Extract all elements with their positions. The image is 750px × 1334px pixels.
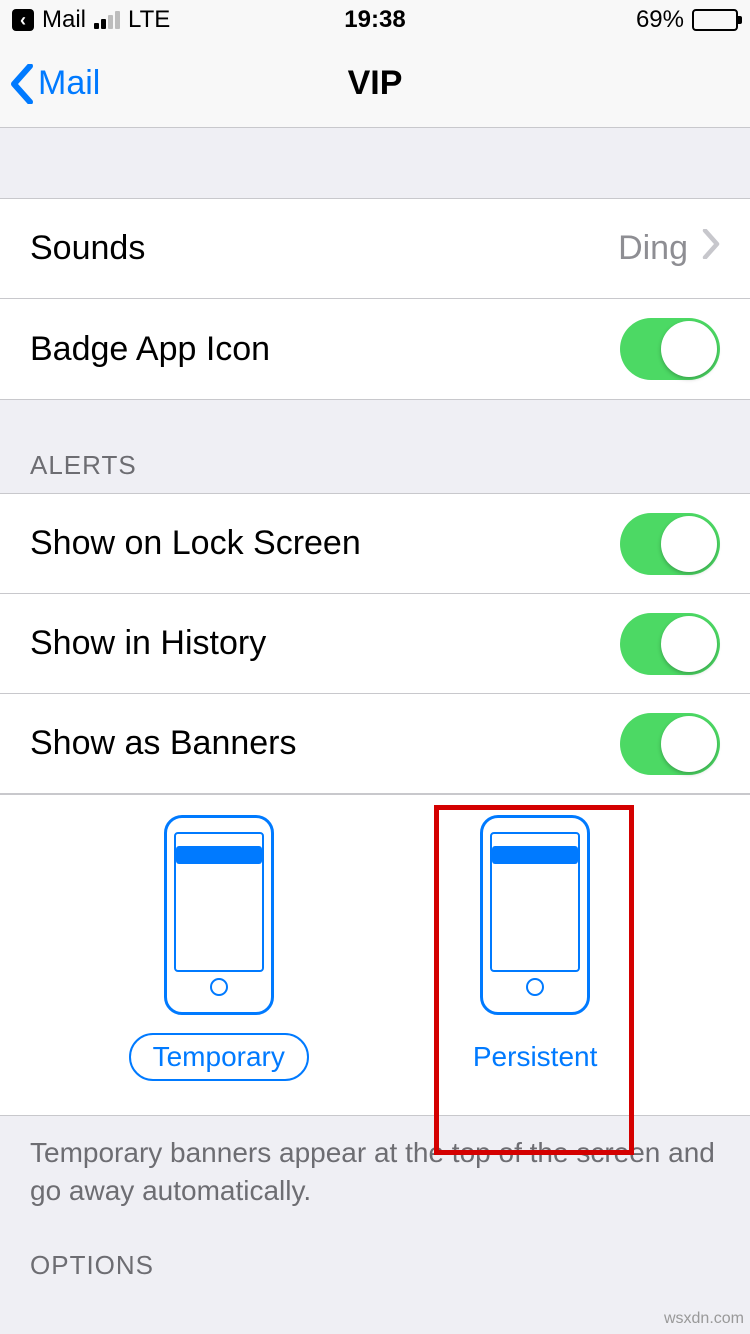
sounds-row[interactable]: Sounds Ding [0, 199, 750, 299]
banners-label: Show as Banners [30, 724, 620, 763]
battery-percent: 69% [636, 6, 684, 34]
alerts-group: Show on Lock Screen Show in History Show… [0, 493, 750, 1116]
banner-footer-text: Temporary banners appear at the top of t… [0, 1116, 750, 1250]
phone-temporary-icon [164, 815, 274, 1015]
navigation-bar: Mail VIP [0, 40, 750, 128]
status-bar: ‹ Mail LTE 19:38 69% [0, 0, 750, 40]
lockscreen-row: Show on Lock Screen [0, 494, 750, 594]
lockscreen-toggle[interactable] [620, 513, 720, 575]
chevron-left-icon [10, 64, 34, 104]
banner-style-temporary[interactable]: Temporary [129, 815, 309, 1081]
badge-row: Badge App Icon [0, 299, 750, 399]
back-to-app-label[interactable]: Mail [42, 6, 86, 34]
back-label: Mail [38, 64, 100, 103]
chevron-right-icon [702, 229, 720, 268]
sounds-label: Sounds [30, 229, 618, 268]
badge-label: Badge App Icon [30, 330, 620, 369]
banners-row: Show as Banners [0, 694, 750, 794]
banner-style-row: Temporary Persistent [0, 794, 750, 1115]
history-label: Show in History [30, 624, 620, 663]
history-row: Show in History [0, 594, 750, 694]
settings-group-1: Sounds Ding Badge App Icon [0, 198, 750, 400]
annotation-highlight [434, 805, 634, 1155]
badge-toggle[interactable] [620, 318, 720, 380]
temporary-label: Temporary [129, 1033, 309, 1081]
page-title: VIP [348, 64, 403, 103]
back-to-app-icon[interactable]: ‹ [12, 9, 34, 31]
banners-toggle[interactable] [620, 713, 720, 775]
battery-icon [692, 9, 738, 31]
lockscreen-label: Show on Lock Screen [30, 524, 620, 563]
carrier-label: LTE [128, 6, 170, 34]
history-toggle[interactable] [620, 613, 720, 675]
options-section-header: OPTIONS [0, 1250, 750, 1281]
alerts-section-header: ALERTS [0, 400, 750, 493]
back-button[interactable]: Mail [10, 64, 100, 104]
watermark: wsxdn.com [664, 1310, 744, 1328]
cellular-signal-icon [94, 11, 120, 29]
sounds-value: Ding [618, 229, 688, 268]
